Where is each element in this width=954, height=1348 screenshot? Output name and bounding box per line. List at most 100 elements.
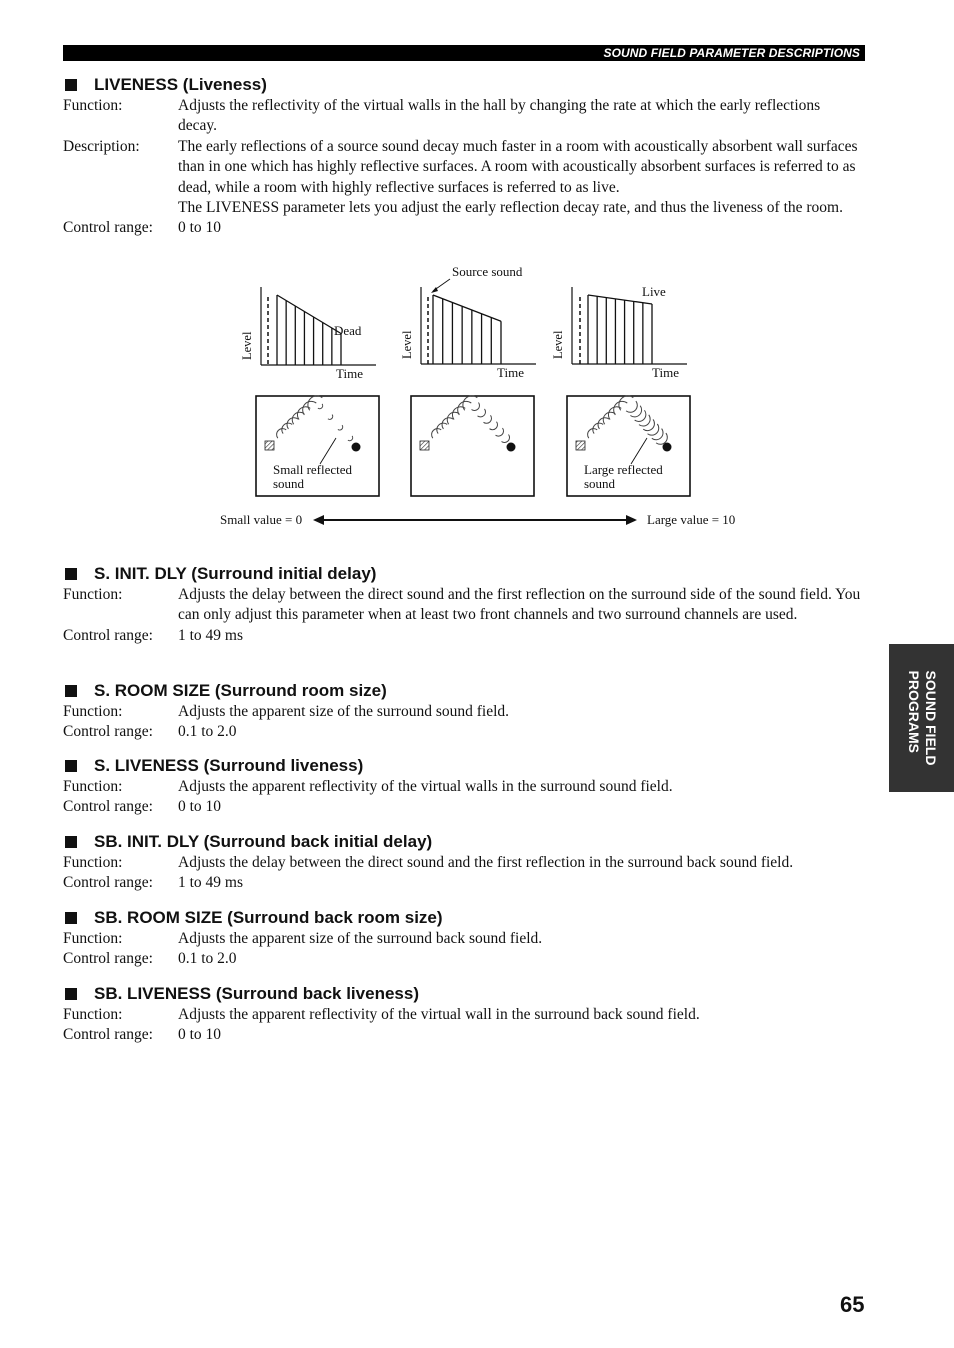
scale-arrow-left-head: [313, 515, 324, 525]
sound-wave-arc: [276, 428, 287, 439]
bullet-square-icon: [65, 685, 77, 697]
control-range-row: Control range: 0.1 to 2.0: [63, 722, 863, 742]
control-range-label: Control range:: [63, 219, 153, 237]
section-s-liveness: S. LIVENESS (Surround liveness) Function…: [63, 755, 863, 818]
section-liveness: LIVENESS (Liveness) Function: Adjusts th…: [63, 74, 863, 239]
control-range-label: Control range:: [63, 874, 153, 892]
control-range-row: Control range: 0 to 10: [63, 797, 863, 817]
function-row: Function: Adjusts the apparent reflectiv…: [63, 777, 863, 797]
section-sb-init-dly: SB. INIT. DLY (Surround back initial del…: [63, 831, 863, 894]
decay-envelope: [432, 294, 502, 322]
function-label: Function:: [63, 930, 123, 947]
section-sb-liveness: SB. LIVENESS (Surround back liveness) Fu…: [63, 983, 863, 1046]
sound-wave-arc: [451, 406, 466, 420]
bullet-square-icon: [65, 836, 77, 848]
source-sound-pointer-head: [431, 287, 438, 293]
caption-pointer: [630, 437, 648, 465]
function-text: Adjusts the apparent reflectivity of the…: [178, 778, 673, 795]
level-axis-label: Level: [551, 330, 565, 359]
time-axis-label: Time: [336, 366, 363, 381]
control-range-value: 0 to 10: [178, 798, 222, 816]
sound-wave-arc: [618, 395, 634, 411]
room-outline: [255, 395, 380, 497]
room-caption-line2: sound: [584, 476, 616, 491]
function-text: Adjusts the apparent size of the surroun…: [178, 703, 510, 720]
time-axis-label: Time: [652, 365, 679, 380]
reflected-wave-arc: [501, 434, 510, 443]
sound-wave-arc: [291, 411, 305, 425]
bullet-square-icon: [65, 760, 77, 772]
caption-pointer: [319, 437, 337, 465]
speaker-icon: [575, 440, 586, 451]
sound-wave-arc: [281, 422, 293, 434]
function-row: Function: Adjusts the delay between the …: [63, 853, 863, 873]
level-axis-label: Level: [240, 331, 254, 360]
sound-wave-arc: [431, 428, 442, 439]
function-row: Function: Adjusts the apparent reflectiv…: [63, 1005, 863, 1025]
function-label: Function:: [63, 586, 123, 603]
sound-wave-arc: [446, 411, 460, 425]
control-range-row: Control range: 0.1 to 2.0: [63, 949, 863, 969]
control-range-row: Control range: 1 to 49 ms: [63, 873, 863, 893]
reflected-wave-arc: [651, 428, 664, 441]
room-caption-line1: Small reflected: [273, 462, 353, 477]
control-range-row: Control range: 1 to 49 ms: [63, 626, 863, 646]
control-range-row: Control range: 0 to 10: [63, 1025, 863, 1045]
control-range-value: 0.1 to 2.0: [178, 723, 237, 741]
control-range-label: Control range:: [63, 1026, 153, 1044]
function-row: Function: Adjusts the apparent size of t…: [63, 929, 863, 949]
room-medium: [410, 395, 535, 497]
source-sound-label: Source sound: [452, 264, 523, 279]
sound-wave-arc: [296, 406, 311, 420]
section-sb-room-size: SB. ROOM SIZE (Surround back room size) …: [63, 907, 863, 970]
section-title: LIVENESS (Liveness): [63, 74, 863, 96]
bullet-square-icon: [65, 988, 77, 1000]
room-outline: [566, 395, 691, 497]
sound-wave-arc: [587, 428, 598, 439]
speaker-icon: [419, 440, 430, 451]
running-header-title: SOUND FIELD PARAMETER DESCRIPTIONS: [603, 46, 860, 60]
section-title: S. INIT. DLY (Surround initial delay): [63, 563, 863, 585]
sound-wave-arc: [286, 417, 299, 430]
section-title: SB. INIT. DLY (Surround back initial del…: [63, 831, 863, 853]
speaker-icon: [264, 440, 275, 451]
side-tab-line2: PROGRAMS: [905, 670, 922, 754]
section-title: SB. LIVENESS (Surround back liveness): [63, 983, 863, 1005]
sound-wave-arc: [613, 400, 628, 416]
decay-graph-dead: Level Time Dead: [240, 287, 376, 381]
sound-wave-arc: [457, 400, 472, 416]
bullet-square-icon: [65, 568, 77, 580]
sound-wave-arc: [436, 422, 448, 434]
reflected-wave-arc: [337, 424, 344, 431]
room-caption-line2: sound: [273, 476, 305, 491]
function-label: Function:: [63, 1006, 123, 1023]
function-text: Adjusts the apparent reflectivity of the…: [178, 1006, 700, 1023]
decay-graph-middle: Level Time: [400, 287, 536, 380]
sound-wave-arc: [592, 422, 604, 434]
function-label: Function:: [63, 854, 123, 871]
graph-label-dead: Dead: [334, 323, 362, 338]
description-paragraph: The early reflections of a source sound …: [178, 137, 858, 196]
listener-icon: [662, 442, 672, 452]
graph-label-live: Live: [642, 284, 666, 299]
reflected-wave-arc: [495, 427, 504, 437]
function-label: Function:: [63, 703, 123, 720]
reflected-wave-arc: [471, 402, 480, 411]
scale-min-label: Small value = 0: [220, 512, 302, 527]
sound-wave-arc: [462, 395, 478, 411]
sound-wave-arc: [307, 395, 323, 411]
reflected-wave-arc: [625, 400, 638, 413]
room-outline: [410, 395, 535, 497]
chapter-side-tab[interactable]: SOUND FIELD PROGRAMS: [889, 644, 954, 792]
description-paragraph: The LIVENESS parameter lets you adjust t…: [178, 199, 843, 217]
page-number: 65: [840, 1292, 865, 1317]
function-label: Function:: [63, 97, 123, 114]
function-row: Function: Adjusts the delay between the …: [63, 585, 863, 626]
function-row: Function: Adjusts the reflectivity of th…: [63, 96, 863, 137]
description-row: Description: The early reflections of a …: [63, 137, 863, 219]
sound-wave-arc: [602, 411, 616, 425]
function-row: Function: Adjusts the apparent size of t…: [63, 702, 863, 722]
listener-icon: [506, 442, 516, 452]
bullet-square-icon: [65, 79, 77, 91]
function-text: Adjusts the delay between the direct sou…: [178, 854, 794, 871]
